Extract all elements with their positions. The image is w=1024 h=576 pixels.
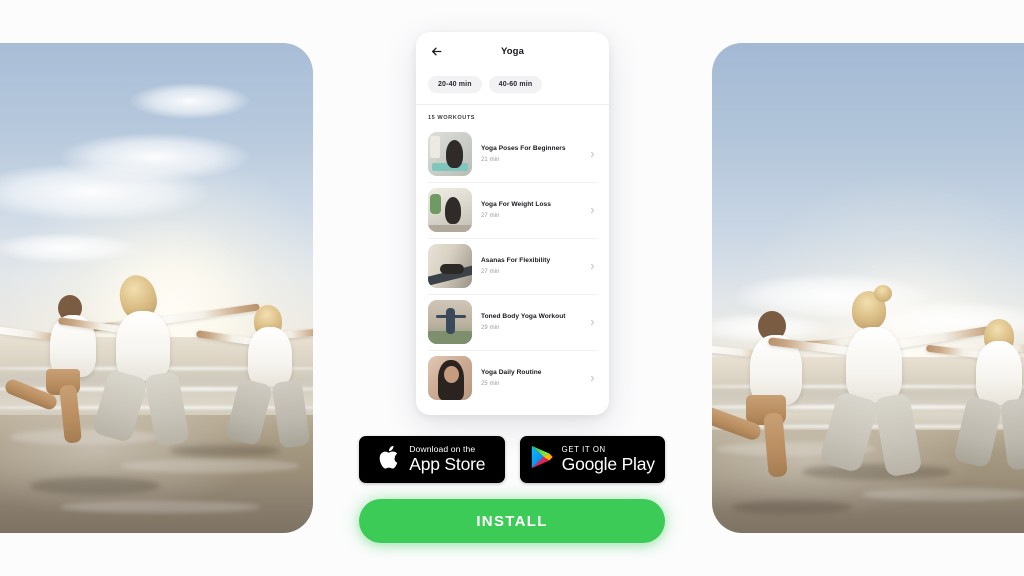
google-play-badge[interactable]: GET IT ON Google Play bbox=[519, 436, 665, 483]
workouts-count-label: 15 WORKOUTS bbox=[428, 115, 476, 121]
workout-title: Yoga Daily Routine bbox=[481, 368, 542, 376]
chip-duration-40-60[interactable]: 40-60 min bbox=[488, 76, 543, 93]
left-hero-photo bbox=[0, 43, 313, 533]
workout-title: Toned Body Yoga Workout bbox=[481, 312, 566, 320]
google-play-badge-text: GET IT ON Google Play bbox=[562, 446, 655, 473]
install-button[interactable]: INSTALL bbox=[359, 499, 665, 543]
app-store-badge[interactable]: Download on the App Store bbox=[359, 436, 505, 483]
workout-duration: 25 min bbox=[481, 381, 500, 388]
google-play-big-label: Google Play bbox=[561, 453, 655, 474]
app-header: Yoga bbox=[416, 32, 609, 71]
chevron-right-icon[interactable] bbox=[588, 150, 597, 159]
workout-list: Yoga Poses For Beginners 21 min Yoga For… bbox=[416, 126, 609, 412]
chevron-right-icon[interactable] bbox=[588, 262, 597, 271]
workout-thumbnail bbox=[428, 356, 472, 400]
list-item[interactable]: Asanas For Flexibility 27 min bbox=[416, 238, 609, 294]
chip-duration-20-40[interactable]: 20-40 min bbox=[428, 76, 482, 93]
google-play-small-label: GET IT ON bbox=[561, 444, 606, 454]
list-item[interactable]: Toned Body Yoga Workout 29 min bbox=[416, 294, 609, 350]
workout-thumbnail bbox=[428, 188, 472, 232]
list-item[interactable]: Yoga Daily Routine 25 min bbox=[416, 350, 609, 406]
duration-filter-chips: 20-40 min 40-60 min bbox=[416, 71, 609, 104]
page-title: Yoga bbox=[501, 46, 524, 57]
workout-thumbnail bbox=[428, 132, 472, 176]
workout-duration: 27 min bbox=[481, 213, 500, 220]
app-store-big-label: App Store bbox=[409, 454, 486, 475]
list-item[interactable]: Yoga For Weight Loss 27 min bbox=[416, 182, 609, 238]
chevron-right-icon[interactable] bbox=[588, 318, 597, 327]
chevron-right-icon[interactable] bbox=[588, 374, 597, 383]
store-badges: Download on the App Store GET IT ON Goog… bbox=[359, 436, 665, 483]
apple-logo-icon bbox=[378, 444, 401, 476]
right-hero-photo bbox=[712, 43, 1024, 533]
google-play-icon bbox=[530, 444, 554, 475]
workout-thumbnail bbox=[428, 300, 472, 344]
workout-duration: 29 min bbox=[481, 325, 500, 332]
workout-duration: 27 min bbox=[481, 269, 500, 276]
workout-thumbnail bbox=[428, 244, 472, 288]
back-arrow-icon[interactable] bbox=[428, 44, 444, 60]
app-store-small-label: Download on the bbox=[409, 444, 476, 455]
app-store-badge-text: Download on the App Store bbox=[409, 445, 485, 473]
chevron-right-icon[interactable] bbox=[588, 206, 597, 215]
workout-title: Yoga For Weight Loss bbox=[481, 200, 551, 208]
list-item[interactable]: Yoga Poses For Beginners 21 min bbox=[416, 126, 609, 182]
phone-app-card: Yoga 20-40 min 40-60 min 15 WORKOUTS Yog… bbox=[416, 32, 609, 415]
workout-duration: 21 min bbox=[481, 157, 500, 164]
workout-title: Yoga Poses For Beginners bbox=[481, 144, 566, 152]
workout-title: Asanas For Flexibility bbox=[481, 256, 551, 264]
cloud-shape bbox=[130, 83, 250, 119]
cloud-shape bbox=[60, 133, 250, 181]
